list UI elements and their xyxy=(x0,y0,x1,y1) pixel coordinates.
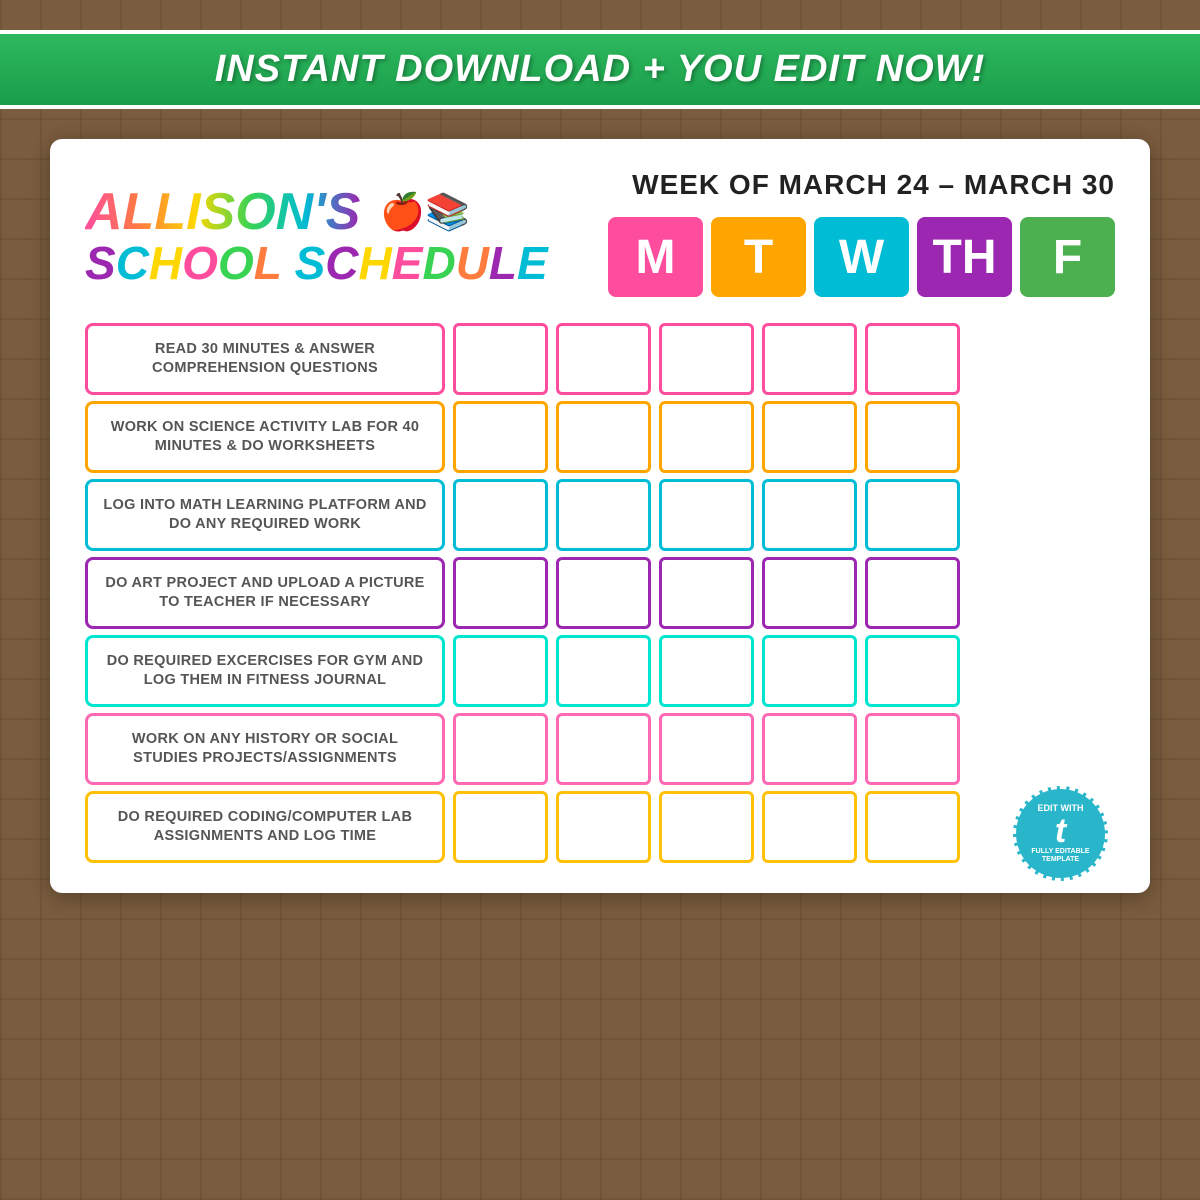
check-cell[interactable] xyxy=(556,713,651,785)
day-header-fri: F xyxy=(1020,217,1115,297)
check-cell[interactable] xyxy=(762,557,857,629)
task-label-1: READ 30 MINUTES & ANSWER COMPREHENSION Q… xyxy=(85,323,445,395)
check-cell[interactable] xyxy=(659,713,754,785)
check-cell[interactable] xyxy=(865,323,960,395)
check-cell[interactable] xyxy=(556,479,651,551)
table-row: DO ART PROJECT AND UPLOAD A PICTURE TO T… xyxy=(85,557,1115,629)
check-cell[interactable] xyxy=(762,713,857,785)
check-cell[interactable] xyxy=(556,323,651,395)
day-header-tue: T xyxy=(711,217,806,297)
check-cell[interactable] xyxy=(762,791,857,863)
check-cell[interactable] xyxy=(659,479,754,551)
title-block: ALLISON'S 🍎📚 SCHOOL SCHEDULE xyxy=(85,186,548,286)
check-cell[interactable] xyxy=(762,635,857,707)
task-label-6: WORK ON ANY HISTORY OR SOCIAL STUDIES PR… xyxy=(85,713,445,785)
check-cell[interactable] xyxy=(659,635,754,707)
task-grid: READ 30 MINUTES & ANSWER COMPREHENSION Q… xyxy=(85,323,1115,863)
check-cell[interactable] xyxy=(659,557,754,629)
table-row: WORK ON SCIENCE ACTIVITY LAB FOR 40 MINU… xyxy=(85,401,1115,473)
check-cell[interactable] xyxy=(865,557,960,629)
task-label-7: DO REQUIRED CODING/COMPUTER LAB ASSIGNME… xyxy=(85,791,445,863)
header-row: ALLISON'S 🍎📚 SCHOOL SCHEDULE WEEK OF MAR… xyxy=(85,169,1115,303)
table-row: LOG INTO MATH LEARNING PLATFORM AND DO A… xyxy=(85,479,1115,551)
top-banner: INSTANT DOWNLOAD + YOU EDIT NOW! xyxy=(0,30,1200,109)
check-cell[interactable] xyxy=(865,635,960,707)
task-label-2: WORK ON SCIENCE ACTIVITY LAB FOR 40 MINU… xyxy=(85,401,445,473)
day-header-thu: TH xyxy=(917,217,1012,297)
check-cell[interactable] xyxy=(659,401,754,473)
task-label-4: DO ART PROJECT AND UPLOAD A PICTURE TO T… xyxy=(85,557,445,629)
check-cell[interactable] xyxy=(453,557,548,629)
table-row: READ 30 MINUTES & ANSWER COMPREHENSION Q… xyxy=(85,323,1115,395)
templett-badge: EDIT WITH t FULLY EDITABLE TEMPLATE xyxy=(1013,786,1108,881)
badge-bottom-text: FULLY EDITABLE TEMPLATE xyxy=(1021,848,1100,865)
header-icons: 🍎📚 xyxy=(380,194,470,230)
check-cell[interactable] xyxy=(762,401,857,473)
check-cell[interactable] xyxy=(865,713,960,785)
check-cell[interactable] xyxy=(865,791,960,863)
check-cell[interactable] xyxy=(453,791,548,863)
check-cell[interactable] xyxy=(453,401,548,473)
check-cell[interactable] xyxy=(865,479,960,551)
task-label-5: DO REQUIRED EXCERCISES FOR GYM AND LOG T… xyxy=(85,635,445,707)
table-row: DO REQUIRED EXCERCISES FOR GYM AND LOG T… xyxy=(85,635,1115,707)
check-cell[interactable] xyxy=(762,479,857,551)
table-row: WORK ON ANY HISTORY OR SOCIAL STUDIES PR… xyxy=(85,713,1115,785)
check-cell[interactable] xyxy=(453,713,548,785)
schedule-card: ALLISON'S 🍎📚 SCHOOL SCHEDULE WEEK OF MAR… xyxy=(50,139,1150,893)
check-cell[interactable] xyxy=(453,635,548,707)
task-label-3: LOG INTO MATH LEARNING PLATFORM AND DO A… xyxy=(85,479,445,551)
week-text: WEEK OF MARCH 24 – MARCH 30 xyxy=(578,169,1115,201)
check-cell[interactable] xyxy=(659,323,754,395)
name-title: ALLISON'S xyxy=(85,186,360,238)
check-cell[interactable] xyxy=(762,323,857,395)
check-cell[interactable] xyxy=(659,791,754,863)
check-cell[interactable] xyxy=(453,323,548,395)
week-block: WEEK OF MARCH 24 – MARCH 30 M T W TH F xyxy=(548,169,1115,303)
check-cell[interactable] xyxy=(865,401,960,473)
banner-text: INSTANT DOWNLOAD + YOU EDIT NOW! xyxy=(215,48,986,90)
day-header-wed: W xyxy=(814,217,909,297)
badge-t-letter: t xyxy=(1055,814,1066,848)
check-cell[interactable] xyxy=(556,401,651,473)
check-cell[interactable] xyxy=(453,479,548,551)
check-cell[interactable] xyxy=(556,557,651,629)
check-cell[interactable] xyxy=(556,635,651,707)
day-header-mon: M xyxy=(608,217,703,297)
schedule-title: SCHOOL SCHEDULE xyxy=(85,240,548,286)
table-row: DO REQUIRED CODING/COMPUTER LAB ASSIGNME… xyxy=(85,791,1115,863)
check-cell[interactable] xyxy=(556,791,651,863)
